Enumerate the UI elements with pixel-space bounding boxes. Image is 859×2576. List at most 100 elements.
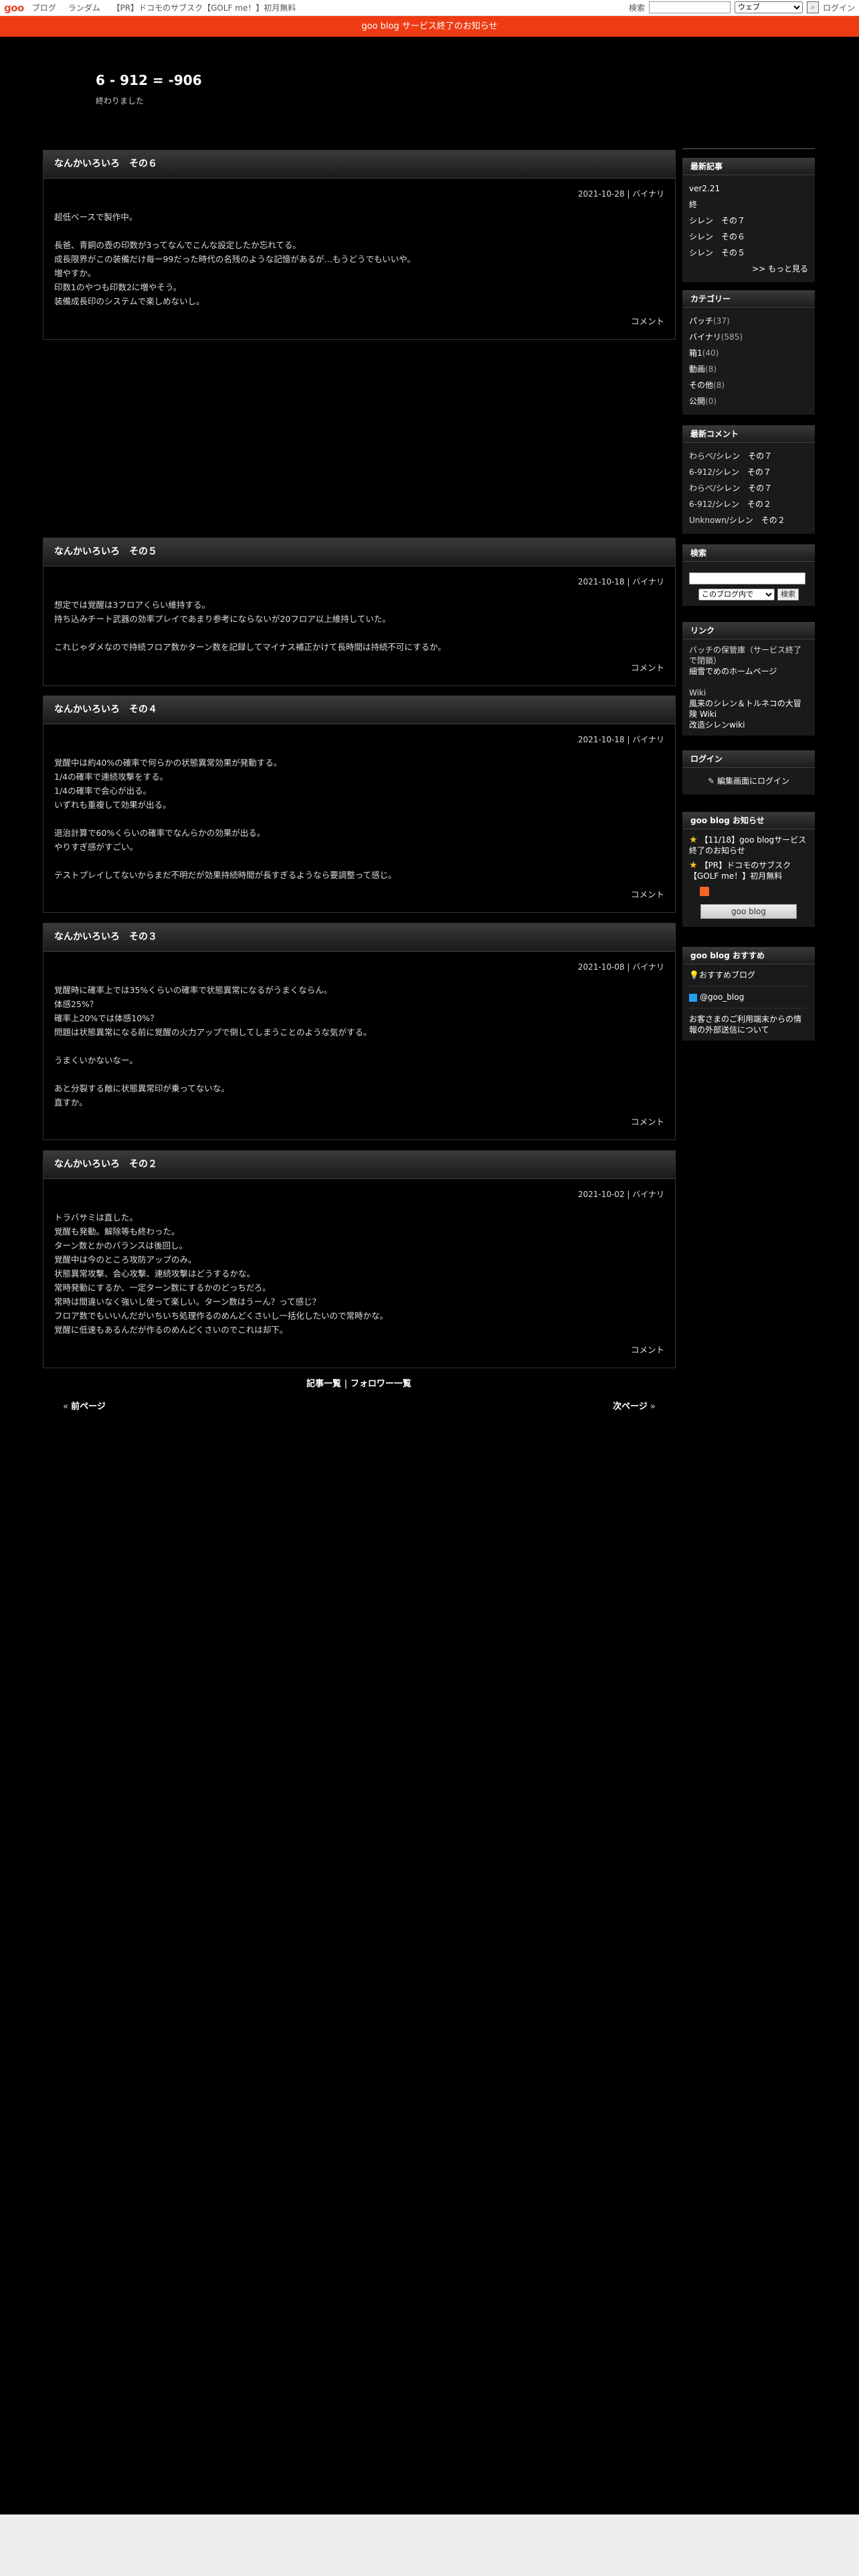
- sidebar-heading: goo blog お知らせ: [682, 812, 815, 829]
- comment-post-link[interactable]: シレン その７: [715, 467, 771, 477]
- entry-title[interactable]: なんかいろいろ その４: [43, 696, 675, 724]
- link-spacer: [689, 677, 808, 687]
- category-link[interactable]: その他: [689, 381, 713, 390]
- goo-notice-link[interactable]: 【PR】ドコモのサブスク【GOLF me！】初月無料: [689, 861, 791, 881]
- blog-search-input[interactable]: [689, 572, 805, 584]
- entry-body: 覚醒時に確率上では35%くらいの確率で状態異常になるがうまくならん。 体感25%…: [54, 985, 372, 1107]
- footer-area: [0, 2514, 859, 2576]
- goo-notice-list: ★ 【11/18】goo blogサービス終了のお知らせ ★ 【PR】ドコモのサブス…: [682, 829, 815, 927]
- prev-arrow-icon: «: [63, 1402, 68, 1412]
- entry-title[interactable]: なんかいろいろ その３: [43, 924, 675, 952]
- follower-list-link[interactable]: フォロワー一覧: [351, 1379, 411, 1389]
- article-list-link[interactable]: 記事一覧: [306, 1379, 341, 1389]
- top-nav: ブログ ランダム 【PR】ドコモのサブスク【GOLF me！】初月無料: [32, 2, 305, 13]
- sidebar-heading: goo blog おすすめ: [682, 947, 815, 964]
- comment-post-link[interactable]: シレン その７: [716, 484, 772, 493]
- entry-body: 想定では覚醒は3フロアくらい維持する。 持ち込みチート武器の効率プレイであまり参…: [54, 600, 446, 652]
- goo-notice-link[interactable]: 【11/18】goo blogサービス終了のお知らせ: [689, 835, 806, 855]
- entry-date[interactable]: 2021-10-18 | バイナリ: [43, 566, 675, 587]
- rss-icon[interactable]: [700, 887, 709, 896]
- entry-body: トラバサミは直した。 覚醒も発動。解除等も終わった。 ターン数とかのバランスは後…: [54, 1212, 389, 1335]
- sidebar-links: リンク バッチの保管庫（サービス終了で閉鎖） 細雪でめのホームページ Wiki …: [682, 622, 815, 736]
- recent-post-link[interactable]: シレン その５: [689, 248, 745, 257]
- sidebar-heading: 検索: [682, 544, 815, 562]
- entry-article: なんかいろいろ その３ 2021-10-08 | バイナリ 覚醒時に確率上では3…: [43, 923, 676, 1140]
- sidebar-heading: 最新コメント: [682, 425, 815, 443]
- category-count: (585): [721, 332, 743, 342]
- sidebar-heading: リンク: [682, 622, 815, 639]
- prev-page-link[interactable]: 前ページ: [71, 1402, 106, 1412]
- blog-search-button[interactable]: 検索: [777, 588, 799, 601]
- comment-link[interactable]: コメント: [631, 887, 664, 900]
- comment-link[interactable]: コメント: [631, 1115, 664, 1128]
- comment-link[interactable]: コメント: [631, 1343, 664, 1356]
- blog-title[interactable]: 6 - 912 = -906: [96, 72, 202, 88]
- lightbulb-icon: 💡: [689, 970, 699, 980]
- recent-post-link[interactable]: ver2.21: [689, 184, 720, 193]
- nav-blog-link[interactable]: ブログ: [32, 3, 56, 13]
- external-link[interactable]: 細雪でめのホームページ: [689, 667, 777, 676]
- category-link[interactable]: バイナリ: [689, 332, 721, 342]
- comment-user: 6-912: [689, 467, 712, 477]
- category-count: (40): [702, 348, 719, 358]
- sidebar-goo-notice: goo blog お知らせ ★ 【11/18】goo blogサービス終了のお知ら…: [682, 812, 815, 927]
- goo-blog-button[interactable]: goo blog: [700, 904, 797, 919]
- login-body: ✎ 編集画面にログイン: [682, 768, 815, 794]
- comment-post-link[interactable]: シレン その２: [715, 500, 771, 509]
- sidebar-recommend: goo blog おすすめ 💡おすすめブログ @goo_blog お客さまのご利…: [682, 947, 815, 1041]
- comment-link[interactable]: コメント: [631, 661, 664, 673]
- entry-title[interactable]: なんかいろいろ その６: [43, 150, 675, 179]
- sidebar-heading: カテゴリー: [682, 290, 815, 308]
- comment-post-link[interactable]: シレン その２: [729, 516, 785, 525]
- category-list: パッチ(37) バイナリ(585) 箱1(40) 動画(8) その他(8) 公開…: [682, 308, 815, 415]
- search-icon[interactable]: ⌕: [806, 1, 819, 13]
- sidebar-login: ログイン ✎ 編集画面にログイン: [682, 750, 815, 794]
- external-link[interactable]: 風来のシレン＆トルネコの大冒険 Wiki: [689, 699, 801, 719]
- blog-description: 終わりました: [96, 96, 145, 106]
- entry-article: なんかいろいろ その２ 2021-10-02 | バイナリ トラバサミは直した。…: [43, 1150, 676, 1368]
- prev-page: « 前ページ: [63, 1399, 106, 1412]
- service-notice-link[interactable]: goo blog サービス終了のお知らせ: [361, 21, 497, 31]
- edit-login-link[interactable]: 編集画面にログイン: [717, 776, 789, 786]
- twitter-link[interactable]: @goo_blog: [700, 992, 744, 1002]
- external-link[interactable]: 改造シレンwiki: [689, 720, 745, 730]
- entry-title[interactable]: なんかいろいろ その５: [43, 538, 675, 566]
- login-link[interactable]: ログイン: [823, 2, 855, 13]
- recent-post-link[interactable]: 終: [689, 200, 697, 209]
- entry-article: なんかいろいろ その５ 2021-10-18 | バイナリ 想定では覚醒は3フロ…: [43, 538, 676, 686]
- privacy-info-link[interactable]: お客さまのご利用端末からの情報の外部送信について: [689, 1014, 801, 1035]
- goo-logo[interactable]: goo: [4, 2, 24, 14]
- recommend-blog-link[interactable]: おすすめブログ: [699, 970, 755, 980]
- entry-title[interactable]: なんかいろいろ その２: [43, 1151, 675, 1179]
- entry-date[interactable]: 2021-10-18 | バイナリ: [43, 724, 675, 745]
- category-link[interactable]: パッチ: [689, 316, 713, 326]
- nav-random-link[interactable]: ランダム: [68, 3, 100, 13]
- sidebar-categories: カテゴリー パッチ(37) バイナリ(585) 箱1(40) 動画(8) その他…: [682, 290, 815, 415]
- next-page-link[interactable]: 次ページ: [613, 1402, 648, 1412]
- recent-post-link[interactable]: シレン その７: [689, 216, 745, 225]
- more-posts-link[interactable]: >> もっと見る: [752, 264, 808, 274]
- sidebar-heading: 最新記事: [682, 158, 815, 175]
- link-text: バッチの保管庫（サービス終了で閉鎖）: [689, 645, 802, 665]
- search-scope-select[interactable]: ウェブ: [734, 1, 803, 13]
- search-input[interactable]: [648, 1, 731, 13]
- link-list: バッチの保管庫（サービス終了で閉鎖） 細雪でめのホームページ Wiki 風来のシ…: [682, 639, 815, 736]
- blog-search-scope[interactable]: このブログ内で: [698, 588, 775, 601]
- entry-date[interactable]: 2021-10-08 | バイナリ: [43, 952, 675, 972]
- entry-date[interactable]: 2021-10-02 | バイナリ: [43, 1179, 675, 1200]
- comment-link[interactable]: コメント: [631, 314, 664, 327]
- category-link[interactable]: 動画: [689, 364, 705, 374]
- sidebar-heading: ログイン: [682, 750, 815, 768]
- archive-links: 記事一覧 | フォロワー一覧: [306, 1376, 411, 1389]
- star-icon: ★: [689, 835, 698, 845]
- top-search-area: 検索 ウェブ ⌕ ログイン: [629, 1, 855, 13]
- recent-post-link[interactable]: シレン その６: [689, 232, 745, 241]
- comment-post-link[interactable]: シレン その７: [716, 451, 772, 461]
- nav-pr-link[interactable]: 【PR】ドコモのサブスク【GOLF me！】初月無料: [112, 3, 296, 13]
- entry-date[interactable]: 2021-10-28 | バイナリ: [43, 179, 675, 199]
- sidebar-top-rule: [682, 148, 815, 149]
- category-count: (37): [713, 316, 730, 326]
- category-link[interactable]: 箱1: [689, 348, 702, 358]
- category-link[interactable]: 公開: [689, 397, 705, 406]
- category-count: (0): [705, 397, 717, 406]
